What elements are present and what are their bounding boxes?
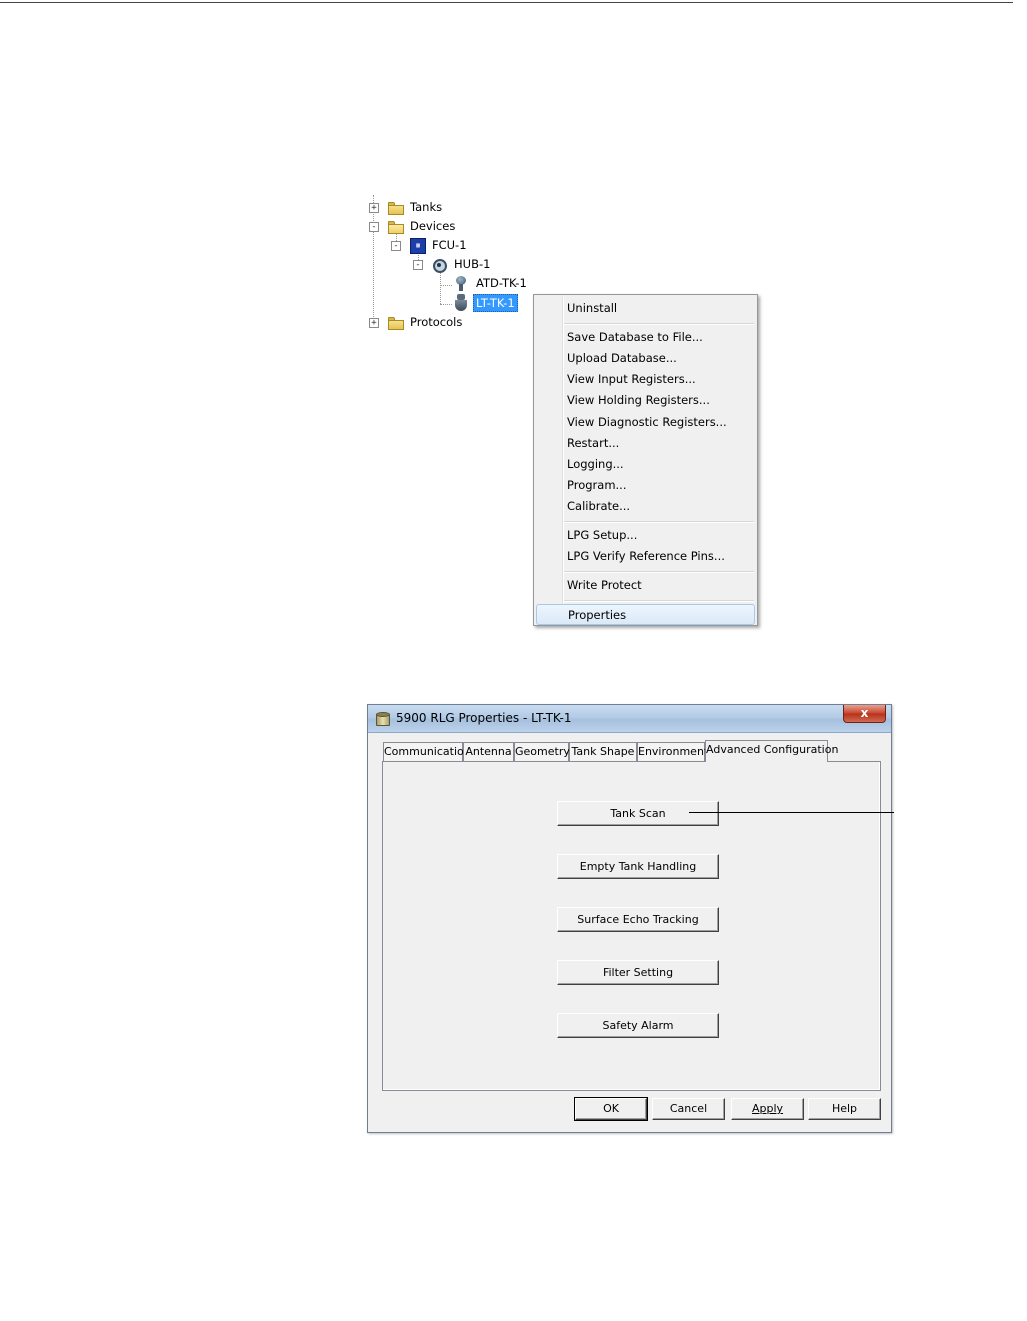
menu-item-label: LPG Verify Reference Pins... (567, 549, 725, 563)
filter-setting-button[interactable]: Filter Setting (557, 960, 719, 985)
menu-item-view-holding-registers[interactable]: View Holding Registers... (536, 390, 755, 411)
tab-communication[interactable]: Communication (383, 742, 471, 761)
menu-item-lpg-verify-reference-pins[interactable]: LPG Verify Reference Pins... (536, 546, 755, 567)
tab-advanced-configuration[interactable]: Advanced Configuration (705, 740, 838, 762)
close-button[interactable]: x (843, 705, 886, 723)
tree-h-lt (440, 304, 452, 305)
menu-item-program[interactable]: Program... (536, 475, 755, 496)
tank-app-icon (376, 712, 390, 726)
help-button[interactable]: Help (808, 1098, 881, 1120)
dialog-titlebar[interactable]: 5900 RLG Properties - LT-TK-1 x (368, 705, 891, 733)
menu-item-upload-database[interactable]: Upload Database... (536, 348, 755, 369)
tree-h-atd (440, 285, 452, 286)
protocols-expander[interactable]: + (369, 318, 379, 328)
menu-item-properties[interactable]: Properties (536, 604, 755, 625)
dialog-title: 5900 RLG Properties - LT-TK-1 (396, 711, 572, 725)
menu-separator (564, 571, 754, 573)
tree-hub-line (440, 271, 441, 304)
temperature-gauge-icon (454, 276, 468, 292)
page-top-rule (0, 2, 1013, 3)
tab-environment[interactable]: Environment (637, 742, 708, 761)
properties-dialog: 5900 RLG Properties - LT-TK-1 x Communic… (367, 704, 892, 1133)
menu-item-label: Restart... (567, 436, 620, 450)
tree-item-fcu-1[interactable]: FCU-1 (430, 237, 469, 253)
tree-item-tanks[interactable]: Tanks (408, 199, 444, 215)
tab-antenna[interactable]: Antenna (463, 742, 514, 761)
tree-item-protocols[interactable]: Protocols (408, 314, 464, 330)
ok-button[interactable]: OK (574, 1097, 648, 1121)
menu-item-lpg-setup[interactable]: LPG Setup... (536, 525, 755, 546)
menu-separator (564, 521, 754, 523)
menu-item-save-database[interactable]: Save Database to File... (536, 327, 755, 348)
tree-item-hub-1[interactable]: HUB-1 (452, 256, 492, 272)
empty-tank-handling-button[interactable]: Empty Tank Handling (557, 854, 719, 879)
hub-expander[interactable]: - (413, 260, 423, 270)
menu-item-view-diagnostic-registers[interactable]: View Diagnostic Registers... (536, 412, 755, 433)
tank-scan-button[interactable]: Tank Scan (557, 801, 719, 826)
menu-item-label: Uninstall (567, 301, 618, 315)
menu-item-restart[interactable]: Restart... (536, 433, 755, 454)
menu-item-label: Program... (567, 478, 627, 492)
context-menu: Uninstall Save Database to File... Uploa… (533, 294, 758, 626)
menu-item-label: View Input Registers... (567, 372, 696, 386)
radar-gauge-icon (454, 294, 468, 312)
menu-item-uninstall[interactable]: Uninstall (536, 298, 755, 319)
devices-expander[interactable]: - (369, 222, 379, 232)
menu-item-label: Upload Database... (567, 351, 677, 365)
tree-root-line (373, 195, 374, 323)
menu-item-logging[interactable]: Logging... (536, 454, 755, 475)
menu-item-label: Properties (568, 608, 627, 622)
tab-tank-shape[interactable]: Tank Shape (569, 742, 637, 761)
apply-button[interactable]: Apply (731, 1098, 804, 1120)
menu-item-label: LPG Setup... (567, 528, 638, 542)
hub-icon (431, 258, 447, 273)
menu-item-view-input-registers[interactable]: View Input Registers... (536, 369, 755, 390)
tab-geometry[interactable]: Geometry (514, 742, 570, 761)
folder-open-icon (388, 221, 404, 234)
menu-separator (564, 323, 754, 325)
menu-item-label: Logging... (567, 457, 624, 471)
cancel-button[interactable]: Cancel (652, 1098, 725, 1120)
menu-item-label: Calibrate... (567, 499, 631, 513)
fcu-expander[interactable]: - (391, 241, 401, 251)
menu-separator (564, 600, 754, 602)
menu-item-write-protect[interactable]: Write Protect (536, 575, 755, 596)
tree-item-atd-tk-1[interactable]: ATD-TK-1 (474, 275, 529, 291)
menu-item-label: View Holding Registers... (567, 393, 710, 407)
menu-item-label: Save Database to File... (567, 330, 703, 344)
menu-item-label: Write Protect (567, 578, 642, 592)
menu-item-label: View Diagnostic Registers... (567, 415, 727, 429)
fcu-chip-icon: ▦ (410, 238, 426, 254)
tree-item-lt-tk-1[interactable]: LT-TK-1 (473, 294, 518, 312)
device-tree: + Tanks - Devices - ▦ FCU-1 - HUB-1 ATD-… (360, 195, 560, 335)
advanced-configuration-panel: Tank Scan Empty Tank Handling Surface Ec… (382, 761, 881, 1091)
surface-echo-tracking-button[interactable]: Surface Echo Tracking (557, 907, 719, 932)
tree-item-devices[interactable]: Devices (408, 218, 457, 234)
callout-line (689, 812, 894, 813)
folder-icon (388, 317, 404, 330)
safety-alarm-button[interactable]: Safety Alarm (557, 1013, 719, 1038)
menu-item-calibrate[interactable]: Calibrate... (536, 496, 755, 517)
tanks-expander[interactable]: + (369, 203, 379, 213)
folder-icon (388, 202, 404, 215)
